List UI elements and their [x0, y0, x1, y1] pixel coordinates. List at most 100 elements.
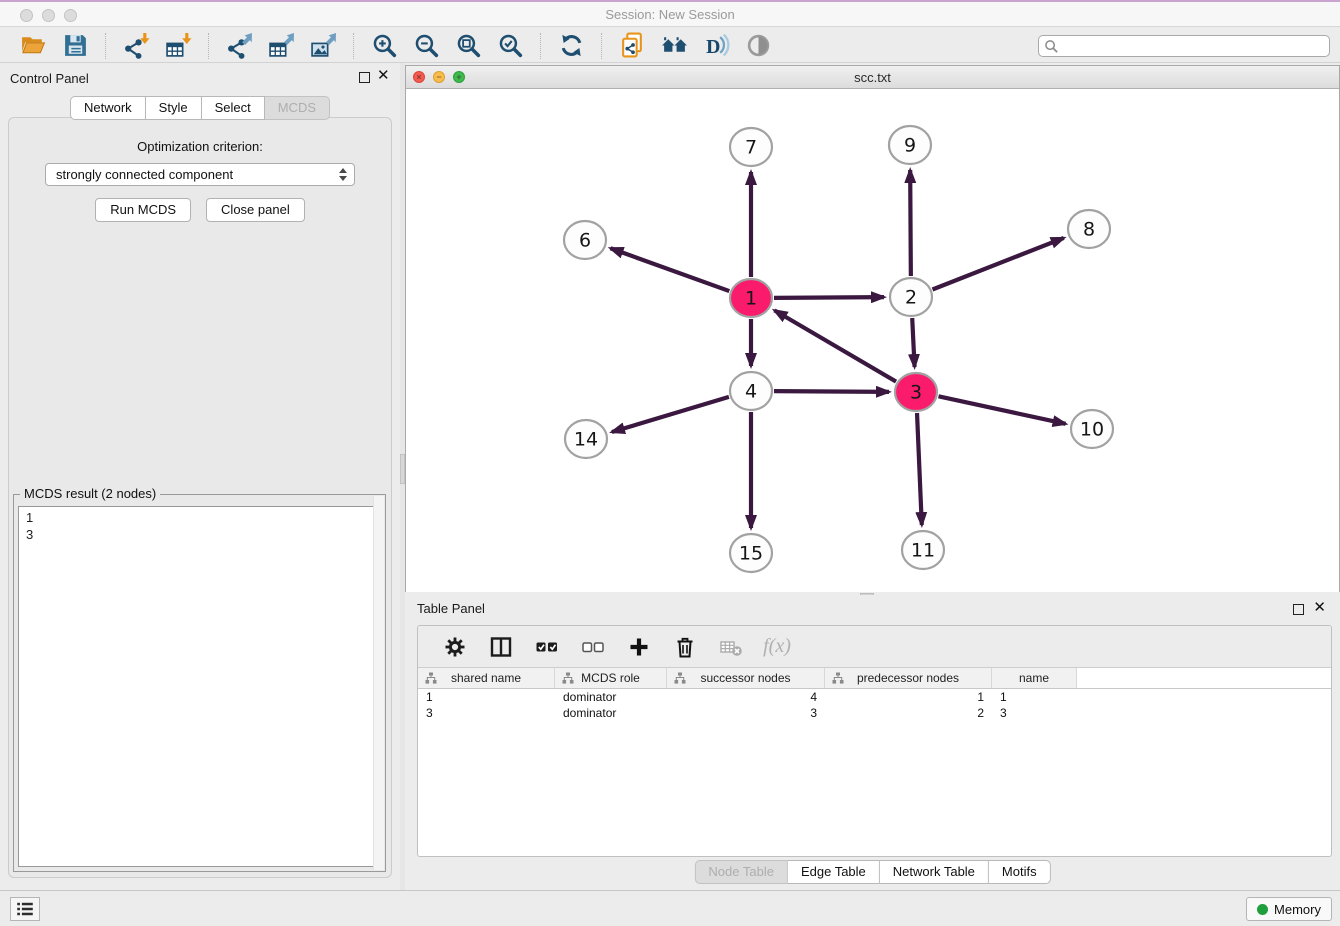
tab-mcds[interactable]: MCDS	[265, 96, 330, 120]
column-header-MCDS-role[interactable]: MCDS role	[555, 668, 667, 688]
tab-edge-table[interactable]: Edge Table	[788, 860, 880, 884]
refresh-icon[interactable]	[555, 31, 587, 61]
main-toolbar: D	[0, 29, 1340, 63]
svg-text:15: 15	[739, 543, 763, 565]
close-panel-icon[interactable]: ✕	[1313, 600, 1326, 616]
graph-node-15[interactable]: 15	[730, 534, 772, 572]
clone-network-icon[interactable]	[616, 31, 648, 61]
graph-edge-1-6[interactable]	[610, 248, 729, 291]
criterion-dropdown[interactable]: strongly connected component	[45, 163, 355, 186]
graph-node-10[interactable]: 10	[1071, 410, 1113, 448]
export-image-icon[interactable]	[307, 31, 339, 61]
columns-icon[interactable]	[485, 632, 517, 662]
close-panel-button[interactable]: Close panel	[206, 198, 305, 222]
svg-text:7: 7	[745, 137, 757, 159]
zoom-fit-icon[interactable]	[452, 31, 484, 61]
cell-successor_nodes[interactable]: 4	[667, 689, 825, 705]
import-table-icon[interactable]	[162, 31, 194, 61]
search-icon	[1044, 39, 1059, 54]
function-icon[interactable]: f(x)	[761, 632, 793, 662]
table-row[interactable]: 1dominator411	[418, 689, 1331, 705]
graph-edge-3-1[interactable]	[774, 310, 896, 381]
zoom-selected-icon[interactable]	[494, 31, 526, 61]
tab-select[interactable]: Select	[202, 96, 265, 120]
show-all-networks-icon[interactable]	[658, 31, 690, 61]
cell-mcds_role[interactable]: dominator	[555, 689, 667, 705]
graph-node-1[interactable]: 1	[730, 279, 772, 317]
add-row-icon[interactable]	[623, 632, 655, 662]
column-header-predecessor-nodes[interactable]: predecessor nodes	[825, 668, 992, 688]
graph-node-8[interactable]: 8	[1068, 210, 1110, 248]
table-tabs: Node TableEdge TableNetwork TableMotifs	[694, 860, 1050, 884]
graph-edge-3-10[interactable]	[939, 396, 1066, 424]
graph-edge-4-3[interactable]	[774, 391, 889, 392]
graph-node-9[interactable]: 9	[889, 126, 931, 164]
network-canvas[interactable]: 7 9 6 8 1 2 4 3 14 10 15 11	[406, 89, 1339, 592]
table-panel: Table Panel ✕	[405, 595, 1340, 890]
graph-edge-2-9[interactable]	[910, 170, 911, 276]
tab-node-table[interactable]: Node Table	[694, 860, 788, 884]
export-table-icon[interactable]	[265, 31, 297, 61]
save-session-icon[interactable]	[59, 31, 91, 61]
svg-text:D: D	[706, 36, 720, 58]
run-mcds-button[interactable]: Run MCDS	[95, 198, 191, 222]
deselect-all-icon[interactable]	[577, 632, 609, 662]
graph-node-6[interactable]: 6	[564, 221, 606, 259]
task-history-button[interactable]	[10, 897, 40, 921]
graph-node-2[interactable]: 2	[890, 278, 932, 316]
table-row[interactable]: 3dominator323	[418, 705, 1331, 721]
graph-node-11[interactable]: 11	[902, 531, 944, 569]
apply-style-icon[interactable]: D	[700, 31, 732, 61]
search-field[interactable]	[1038, 35, 1330, 57]
graph-edge-4-14[interactable]	[612, 397, 729, 432]
cell-predecessor_nodes[interactable]: 1	[825, 689, 992, 705]
export-network-icon[interactable]	[223, 31, 255, 61]
memory-button[interactable]: Memory	[1246, 897, 1332, 921]
import-network-icon[interactable]	[120, 31, 152, 61]
graph-edge-2-8[interactable]	[932, 238, 1063, 290]
eye-icon[interactable]	[742, 31, 774, 61]
select-all-icon[interactable]	[531, 632, 563, 662]
svg-text:2: 2	[905, 287, 917, 309]
zoom-in-icon[interactable]	[368, 31, 400, 61]
cell-shared_name[interactable]: 1	[418, 689, 555, 705]
column-header-shared-name[interactable]: shared name	[418, 668, 555, 688]
criterion-value: strongly connected component	[56, 167, 233, 182]
graph-node-14[interactable]: 14	[565, 420, 607, 458]
tab-network[interactable]: Network	[70, 96, 146, 120]
tab-style[interactable]: Style	[146, 96, 202, 120]
mcds-result-text[interactable]: 1 3	[18, 506, 381, 867]
svg-text:6: 6	[579, 230, 591, 252]
float-panel-icon[interactable]	[1293, 604, 1304, 615]
content-area: Control Panel ✕ NetworkStyleSelectMCDS O…	[0, 63, 1340, 890]
graph-node-3[interactable]: 3	[895, 373, 937, 411]
float-panel-icon[interactable]	[359, 72, 370, 83]
graph-node-7[interactable]: 7	[730, 128, 772, 166]
column-header-successor-nodes[interactable]: successor nodes	[667, 668, 825, 688]
zoom-out-icon[interactable]	[410, 31, 442, 61]
search-input[interactable]	[1059, 37, 1329, 55]
graph-edge-1-2[interactable]	[774, 297, 884, 298]
tab-motifs[interactable]: Motifs	[989, 860, 1051, 884]
tab-network-table[interactable]: Network Table	[880, 860, 989, 884]
scrollbar-track[interactable]	[373, 496, 384, 870]
clear-table-icon[interactable]	[715, 632, 747, 662]
gear-icon[interactable]	[439, 632, 471, 662]
graph-edge-3-11[interactable]	[917, 413, 922, 525]
open-session-icon[interactable]	[17, 31, 49, 61]
cell-successor_nodes[interactable]: 3	[667, 705, 825, 721]
cell-predecessor_nodes[interactable]: 2	[825, 705, 992, 721]
graph-node-4[interactable]: 4	[730, 372, 772, 410]
table-header-row: shared nameMCDS rolesuccessor nodesprede…	[418, 668, 1331, 689]
cell-name[interactable]: 1	[992, 689, 1077, 705]
toolbar-separator	[105, 33, 106, 59]
graph-edge-2-3[interactable]	[912, 318, 914, 367]
close-panel-icon[interactable]: ✕	[377, 68, 390, 84]
svg-text:8: 8	[1083, 219, 1095, 241]
network-graph[interactable]: 7 9 6 8 1 2 4 3 14 10 15 11	[406, 89, 1339, 592]
cell-shared_name[interactable]: 3	[418, 705, 555, 721]
column-header-name[interactable]: name	[992, 668, 1077, 688]
cell-name[interactable]: 3	[992, 705, 1077, 721]
delete-icon[interactable]	[669, 632, 701, 662]
cell-mcds_role[interactable]: dominator	[555, 705, 667, 721]
